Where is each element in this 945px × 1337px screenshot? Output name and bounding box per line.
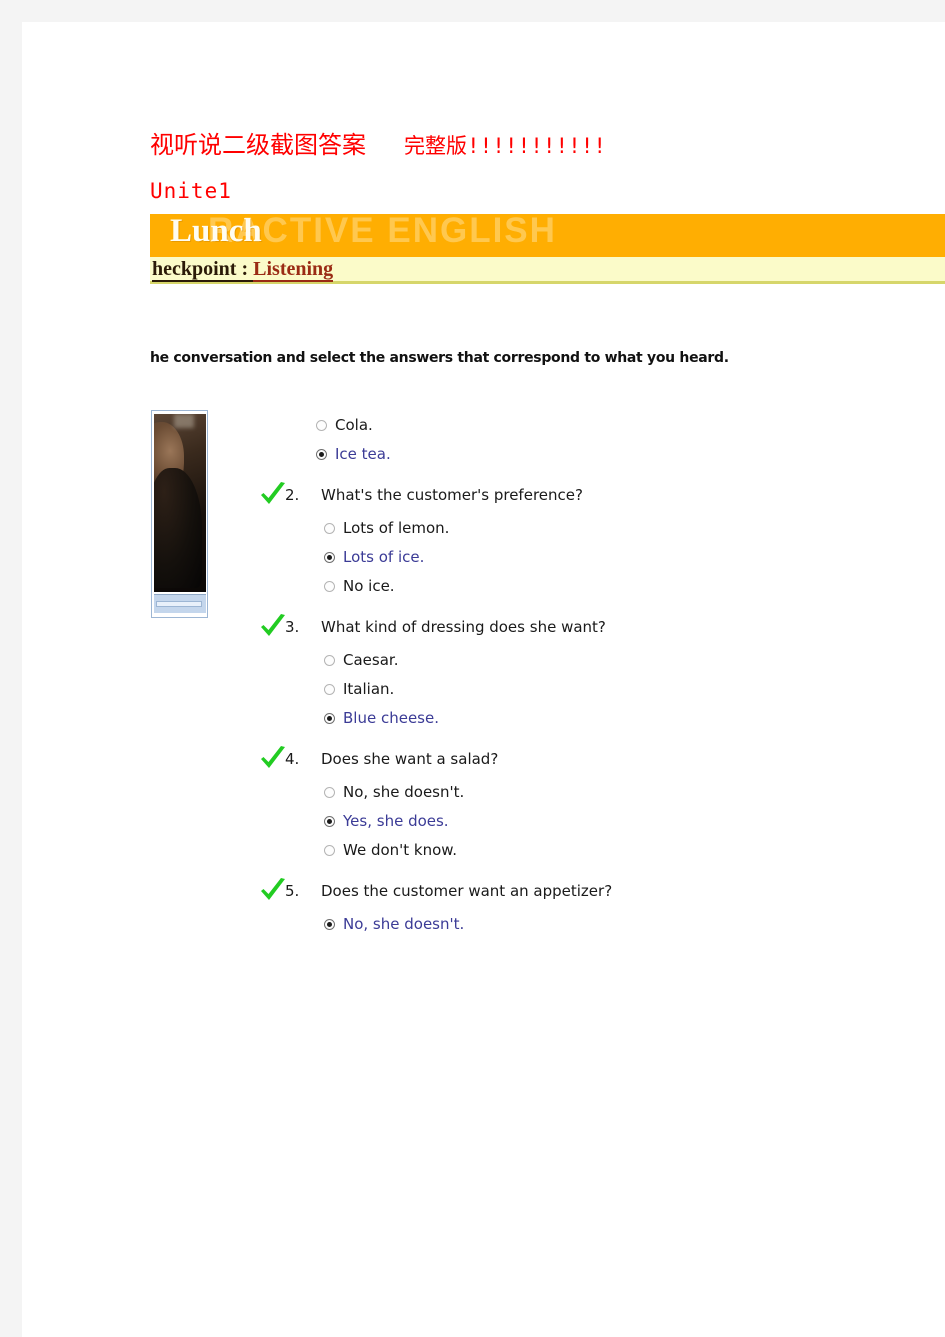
- quiz-question: 5. Does the customer want an appetizer?: [150, 878, 770, 913]
- radio-button-selected[interactable]: [324, 816, 335, 827]
- quiz-container: Cola. Ice tea. 2. What's the customer's pre…: [150, 414, 770, 954]
- answer-option[interactable]: Lots of lemon.: [150, 517, 770, 546]
- banner-title: Lunch: [170, 214, 262, 249]
- question-spacer: [150, 868, 770, 880]
- answer-option-label[interactable]: No, she doesn't.: [343, 783, 464, 801]
- answer-option[interactable]: Cola.: [150, 414, 770, 443]
- course-banner: RACTIVE ENGLISH Lunch: [150, 214, 945, 257]
- answer-option[interactable]: No, she doesn't.: [150, 781, 770, 810]
- question-spacer: [150, 736, 770, 748]
- radio-button-selected[interactable]: [324, 552, 335, 563]
- document-page: 视听说二级截图答案 完整版!!!!!!!!!!! Unite1 RACTIVE E…: [22, 22, 945, 1337]
- answer-option[interactable]: Caesar.: [150, 649, 770, 678]
- answer-option[interactable]: Ice tea.: [150, 443, 770, 472]
- checkpoint-lead: heckpoint: [152, 258, 237, 282]
- radio-button-selected[interactable]: [324, 919, 335, 930]
- question-spacer: [150, 942, 770, 954]
- radio-button[interactable]: [324, 787, 335, 798]
- page-title-chinese: 视听说二级截图答案: [150, 131, 366, 159]
- page-title: 视听说二级截图答案 完整版!!!!!!!!!!!: [150, 125, 606, 160]
- question-number: 5.: [285, 882, 300, 900]
- question-text: Does she want a salad?: [321, 750, 499, 768]
- radio-button[interactable]: [324, 845, 335, 856]
- radio-button[interactable]: [324, 684, 335, 695]
- question-spacer: [150, 472, 770, 484]
- quiz-question: 2. What's the customer's preference?: [150, 482, 770, 517]
- answer-option-label[interactable]: No, she doesn't.: [343, 915, 464, 933]
- checkmark-icon: [258, 612, 288, 642]
- instructions-text: he conversation and select the answers t…: [150, 350, 729, 366]
- page-title-emphasis: 完整版!!!!!!!!!!!: [404, 134, 607, 158]
- answer-option[interactable]: No, she doesn't.: [150, 913, 770, 942]
- answer-option-label[interactable]: Yes, she does.: [343, 812, 449, 830]
- embedded-screenshot: RACTIVE ENGLISH Lunch heckpoint : Listen…: [150, 214, 945, 284]
- answer-option[interactable]: Italian.: [150, 678, 770, 707]
- checkmark-icon: [258, 480, 288, 510]
- quiz-question: 3. What kind of dressing does she want?: [150, 614, 770, 649]
- question-spacer: [150, 604, 770, 616]
- question-number: 4.: [285, 750, 300, 768]
- answer-option[interactable]: Yes, she does.: [150, 810, 770, 839]
- answer-option[interactable]: Lots of ice.: [150, 546, 770, 575]
- radio-button[interactable]: [324, 523, 335, 534]
- radio-button[interactable]: [324, 655, 335, 666]
- answer-option-label[interactable]: Lots of lemon.: [343, 519, 449, 537]
- answer-option-label[interactable]: Ice tea.: [335, 445, 391, 463]
- question-text: What kind of dressing does she want?: [321, 618, 606, 636]
- answer-option-label[interactable]: Lots of ice.: [343, 548, 424, 566]
- answer-option-label[interactable]: Italian.: [343, 680, 394, 698]
- answer-option-label[interactable]: Blue cheese.: [343, 709, 439, 727]
- answer-option-label[interactable]: Cola.: [335, 416, 373, 434]
- question-text: Does the customer want an appetizer?: [321, 882, 613, 900]
- radio-button-selected[interactable]: [324, 713, 335, 724]
- radio-button-selected[interactable]: [316, 449, 327, 460]
- unit-label: Unite1: [150, 179, 232, 203]
- answer-option[interactable]: No ice.: [150, 575, 770, 604]
- checkmark-icon: [258, 744, 288, 774]
- checkpoint-separator: :: [236, 258, 254, 282]
- checkpoint-label: heckpoint : Listening: [152, 258, 334, 282]
- answer-option-label[interactable]: We don't know.: [343, 841, 457, 859]
- quiz-question: 4. Does she want a salad?: [150, 746, 770, 781]
- checkmark-icon: [258, 876, 288, 906]
- checkpoint-accent: Listening: [253, 258, 334, 282]
- answer-option[interactable]: Blue cheese.: [150, 707, 770, 736]
- answer-option[interactable]: We don't know.: [150, 839, 770, 868]
- radio-button[interactable]: [324, 581, 335, 592]
- answer-option-label[interactable]: No ice.: [343, 577, 395, 595]
- radio-button[interactable]: [316, 420, 327, 431]
- question-number: 2.: [285, 486, 300, 504]
- question-number: 3.: [285, 618, 300, 636]
- answer-option-label[interactable]: Caesar.: [343, 651, 398, 669]
- question-text: What's the customer's preference?: [321, 486, 583, 504]
- checkpoint-bar: heckpoint : Listening: [150, 257, 945, 284]
